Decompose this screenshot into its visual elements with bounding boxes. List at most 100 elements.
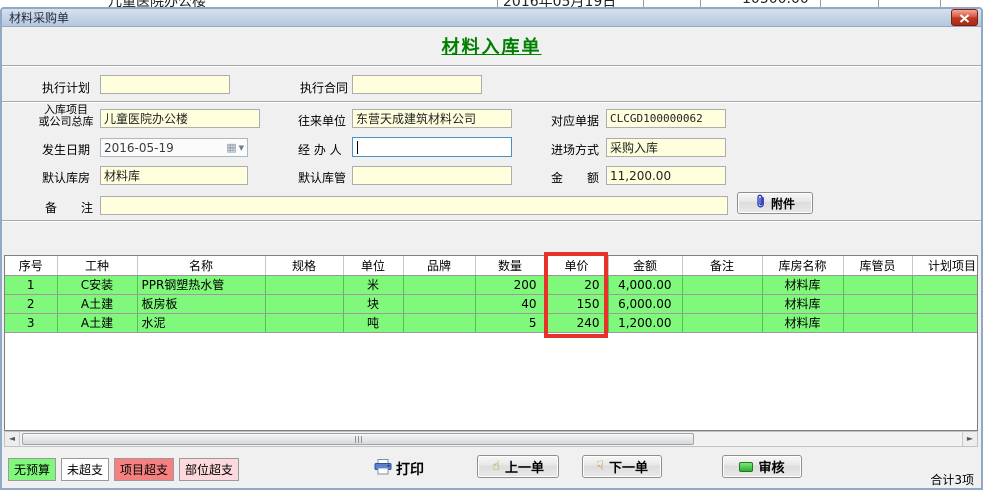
column-header[interactable]: 库房名称 [762, 256, 843, 275]
table-cell[interactable] [843, 313, 912, 332]
table-cell[interactable]: 150 [545, 294, 608, 313]
table-row[interactable]: 1C安装PPR钢塑热水管 米 200204,000.00 材料库 [5, 275, 978, 294]
default-warehouse-input[interactable] [100, 166, 248, 185]
form-title: 材料入库单 [2, 33, 981, 59]
table-cell[interactable]: 吨 [343, 313, 403, 332]
separator-line [2, 220, 981, 221]
previous-order-button[interactable]: ☝ 上一单 [477, 455, 559, 478]
table-cell[interactable] [843, 294, 912, 313]
table-cell[interactable] [403, 313, 475, 332]
table-cell[interactable]: 4,000.00 [608, 275, 682, 294]
table-cell[interactable]: 块 [343, 294, 403, 313]
column-header[interactable]: 名称 [137, 256, 265, 275]
column-header[interactable]: 单价 [545, 256, 608, 275]
table-cell[interactable] [265, 275, 343, 294]
table-cell[interactable]: 材料库 [762, 275, 843, 294]
chevron-down-icon[interactable]: ▼ [239, 144, 244, 152]
column-header[interactable]: 单位 [343, 256, 403, 275]
table-cell[interactable] [912, 294, 978, 313]
column-header[interactable]: 库管员 [843, 256, 912, 275]
table-cell[interactable] [403, 275, 475, 294]
scroll-left-arrow-icon[interactable]: ◄ [5, 432, 20, 446]
calendar-icon[interactable]: ▦ [226, 141, 236, 154]
legend-item: 部位超支 [179, 458, 239, 481]
table-cell[interactable]: C安装 [57, 275, 137, 294]
table-cell[interactable]: 240 [545, 313, 608, 332]
column-header[interactable]: 金额 [608, 256, 682, 275]
column-header[interactable]: 品牌 [403, 256, 475, 275]
scrollbar-grip [355, 436, 356, 443]
legend-item: 无预算 [8, 458, 56, 481]
table-cell[interactable] [682, 313, 762, 332]
table-cell[interactable]: 板房板 [137, 294, 265, 313]
handler-input[interactable] [352, 137, 512, 157]
exec-contract-input[interactable] [352, 75, 482, 94]
counterparty-input[interactable] [352, 109, 512, 128]
audit-button[interactable]: 审核 [722, 455, 802, 478]
column-header[interactable]: 序号 [5, 256, 57, 275]
print-button[interactable]: 打印 [374, 459, 424, 479]
next-order-button[interactable]: ☟ 下一单 [582, 455, 662, 478]
table-cell[interactable]: 6,000.00 [608, 294, 682, 313]
column-header[interactable]: 数量 [475, 256, 545, 275]
remark-input[interactable] [100, 196, 728, 215]
table-cell[interactable] [265, 313, 343, 332]
entry-mode-input[interactable] [606, 138, 726, 157]
dialog-titlebar[interactable]: 材料采购单 [2, 9, 981, 27]
table-cell[interactable]: 材料库 [762, 313, 843, 332]
amount-label: 金 额 [551, 169, 599, 186]
column-header[interactable]: 计划项目 [912, 256, 978, 275]
table-cell[interactable]: 3 [5, 313, 57, 332]
table-cell[interactable] [843, 275, 912, 294]
legend-item: 项目超支 [114, 458, 174, 481]
handler-label: 经 办 人 [298, 141, 342, 158]
table-cell[interactable]: A土建 [57, 294, 137, 313]
table-row[interactable]: 2A土建板房板 块 401506,000.00 材料库 [5, 294, 978, 313]
date-input[interactable]: 2016-05-19 ▦ ▼ [100, 138, 248, 157]
text-caret [357, 141, 358, 154]
scroll-right-arrow-icon[interactable]: ► [962, 432, 977, 446]
table-cell[interactable] [682, 275, 762, 294]
table-cell[interactable]: 5 [475, 313, 545, 332]
horizontal-scrollbar[interactable]: ◄ ► [4, 431, 978, 447]
column-header[interactable]: 工种 [57, 256, 137, 275]
table-cell[interactable]: 水泥 [137, 313, 265, 332]
entry-mode-label: 进场方式 [551, 141, 599, 158]
amount-input[interactable] [606, 166, 726, 185]
table-cell[interactable]: 40 [475, 294, 545, 313]
legend-item: 未超支 [61, 458, 109, 481]
printer-icon [374, 459, 392, 479]
table-cell[interactable]: 1,200.00 [608, 313, 682, 332]
exec-plan-input[interactable] [100, 75, 230, 94]
table-cell[interactable] [265, 294, 343, 313]
table-cell[interactable]: 20 [545, 275, 608, 294]
table-cell[interactable] [912, 313, 978, 332]
project-input[interactable] [100, 109, 260, 128]
items-table: 序号工种名称规格单位品牌数量单价金额备注库房名称库管员计划项目 1C安装PPR钢… [4, 255, 978, 431]
column-header[interactable]: 备注 [682, 256, 762, 275]
close-button[interactable] [951, 9, 978, 26]
table-cell[interactable]: 材料库 [762, 294, 843, 313]
date-label: 发生日期 [42, 141, 90, 158]
column-header[interactable]: 规格 [265, 256, 343, 275]
table-cell[interactable]: 米 [343, 275, 403, 294]
table-row[interactable]: 3A土建水泥 吨 52401,200.00 材料库 [5, 313, 978, 332]
table-cell[interactable]: 200 [475, 275, 545, 294]
table-cell[interactable] [912, 275, 978, 294]
project-label: 入库项目 或公司总库 [34, 104, 98, 128]
attachment-button[interactable]: 附件 [737, 192, 813, 214]
scrollbar-thumb[interactable] [22, 433, 694, 445]
doc-ref-input[interactable] [606, 109, 726, 128]
table-cell[interactable]: 2 [5, 294, 57, 313]
paperclip-icon [755, 194, 766, 212]
remark-label: 备 注 [45, 199, 93, 216]
exec-plan-label: 执行计划 [42, 79, 90, 96]
counterparty-label: 往来单位 [298, 112, 346, 129]
table-cell[interactable]: A土建 [57, 313, 137, 332]
separator-line [2, 65, 981, 66]
table-cell[interactable] [682, 294, 762, 313]
table-cell[interactable]: 1 [5, 275, 57, 294]
table-cell[interactable]: PPR钢塑热水管 [137, 275, 265, 294]
table-cell[interactable] [403, 294, 475, 313]
default-keeper-input[interactable] [352, 166, 512, 185]
